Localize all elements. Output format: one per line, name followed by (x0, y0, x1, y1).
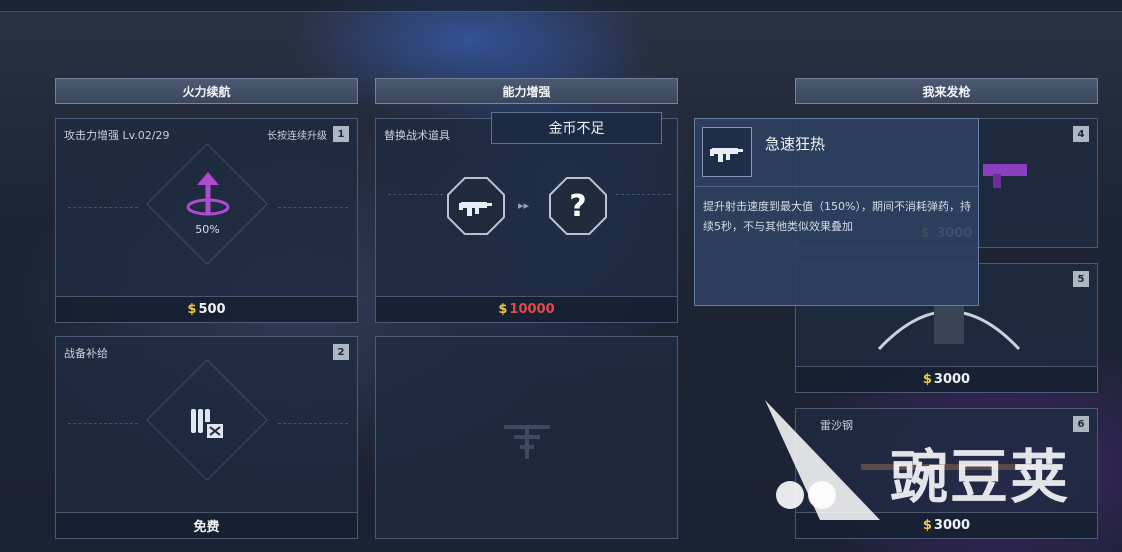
skill-name: 急速狂热 (765, 135, 826, 153)
locked-slot-card (375, 336, 678, 539)
currency-symbol: $ (498, 302, 508, 317)
column-header-gun: 我来发枪 (795, 78, 1098, 104)
price-footer[interactable]: $ 10000 (376, 296, 677, 322)
card-title: 战备补给 (64, 347, 108, 360)
insufficient-coins-popup: 金币不足 (491, 112, 662, 144)
price-value: 10000 (509, 302, 555, 317)
price-footer[interactable]: 免费 (56, 512, 357, 538)
top-status-bar (0, 0, 1122, 12)
skill-tooltip: 急速狂热 提升射击速度到最大值（150%），期间不消耗弹药，持续5秒，不与其他类… (694, 118, 979, 306)
price-footer[interactable]: $ 3000 (796, 366, 1097, 392)
forward-arrow-icon: ▸▸ (518, 199, 530, 212)
divider (278, 207, 348, 208)
supply-card[interactable]: 战备补给 2 免费 (55, 336, 358, 539)
currency-symbol: $ (187, 302, 197, 317)
watermark-text: 豌豆荚 (890, 443, 1071, 511)
card-number-badge: 1 (333, 126, 349, 142)
price-footer[interactable]: $ 500 (56, 296, 357, 322)
skill-description: 提升射击速度到最大值（150%），期间不消耗弹药，持续5秒，不与其他类似效果叠加 (703, 200, 971, 233)
price-value: 3000 (933, 372, 971, 387)
purple-gun-icon (983, 164, 1027, 188)
column-header-ability: 能力增强 (375, 78, 678, 104)
divider (68, 207, 138, 208)
divider (616, 194, 671, 195)
arrow-up-icon (186, 172, 230, 216)
card-number-badge: 5 (1073, 271, 1089, 287)
ammo-supply-icon (191, 409, 225, 440)
column-header-firepower: 火力续航 (55, 78, 358, 104)
upgrade-percent: 50% (195, 223, 220, 236)
locked-emblem-icon (504, 425, 550, 459)
divider (388, 194, 443, 195)
question-mark: ? (569, 188, 587, 224)
unknown-item-slot: ? (549, 177, 607, 235)
rifle-icon (459, 202, 492, 216)
rifle-icon (702, 127, 752, 177)
currency-symbol: $ (922, 372, 932, 387)
current-item-slot (447, 177, 505, 235)
card-number-badge: 4 (1073, 126, 1089, 142)
divider (278, 423, 348, 424)
card-title: 替换战术道具 (384, 129, 450, 142)
tactical-item-card[interactable]: 替换战术道具 ▸▸ ? $ 10000 (375, 118, 678, 323)
long-press-hint: 长按连续升级 (267, 131, 327, 142)
price-value: 500 (198, 302, 226, 317)
card-number-badge: 2 (333, 344, 349, 360)
price-value: 免费 (193, 520, 220, 535)
attack-upgrade-card[interactable]: 攻击力增强 Lv.02/29 长按连续升级 1 50% $ 500 (55, 118, 358, 323)
card-title: 攻击力增强 Lv.02/29 (64, 129, 170, 142)
divider (68, 423, 138, 424)
